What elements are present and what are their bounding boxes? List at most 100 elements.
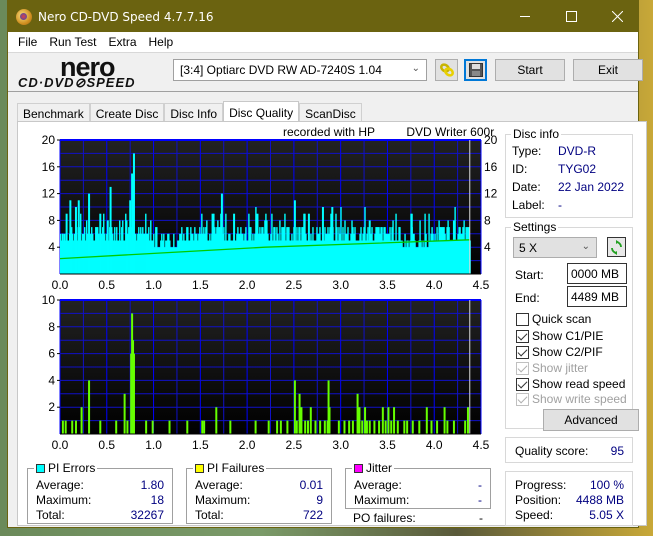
pi-failure-bar — [430, 420, 433, 434]
disc-type-value: DVD-R — [558, 144, 596, 158]
pi-failure-bar — [393, 407, 396, 434]
refresh-icon — [611, 239, 622, 255]
pi-error-peak-bar — [132, 153, 135, 274]
y-tick-label-left: 4 — [48, 373, 55, 387]
pi-failures-average-row: Average: 0.01 — [195, 478, 323, 492]
x-tick-label: 3.0 — [332, 278, 349, 292]
pi-error-peak-bar — [131, 173, 134, 274]
exit-button[interactable]: Exit — [573, 59, 643, 81]
x-tick-label: 2.0 — [239, 438, 256, 452]
y-tick-label-right: 20 — [484, 133, 498, 147]
pi-failure-bar — [215, 407, 218, 434]
show-jitter-checkbox[interactable]: Show jitter — [516, 361, 588, 375]
pi-failure-bar — [80, 407, 83, 434]
x-tick-label: 3.0 — [332, 438, 349, 452]
start-button[interactable]: Start — [495, 59, 565, 81]
speed-value: 5.05 X — [589, 508, 624, 522]
total-value: 32267 — [130, 508, 164, 522]
speed-select[interactable]: 5 X ⌄ — [513, 237, 597, 258]
pi-error-peak-bar — [331, 207, 334, 274]
pi-failure-bar — [88, 380, 91, 434]
pi-failure-bar — [309, 407, 312, 434]
window-title: Nero CD-DVD Speed 4.7.7.16 — [38, 9, 214, 24]
pi-failure-bar — [267, 420, 270, 434]
po-failures-label: PO failures: — [353, 511, 416, 525]
y-tick-label-left: 10 — [42, 294, 56, 307]
pi-failure-bar — [295, 420, 298, 434]
menu-help[interactable]: Help — [143, 35, 180, 49]
x-tick-label: 1.0 — [145, 278, 162, 292]
x-tick-label: 4.0 — [426, 278, 443, 292]
start-input[interactable]: 0000 MB — [567, 263, 627, 284]
checkbox-box — [516, 392, 529, 406]
y-tick-label-left: 8 — [48, 213, 55, 227]
pi-errors-chart: 0.0 0.5 1.0 1.5 2.0 2.5 3.0 3.5 4.0 4.5 4 8 12 16 20 4 8… — [42, 133, 498, 292]
menu-file[interactable]: File — [12, 35, 43, 49]
pi-error-peak-bar — [452, 220, 455, 274]
end-input[interactable]: 4489 MB — [567, 286, 627, 307]
tab-benchmark[interactable]: Benchmark — [17, 103, 90, 123]
show-c2-checkbox[interactable]: Show C2/PIF — [516, 345, 603, 359]
chevron-down-icon: ⌄ — [411, 63, 420, 74]
pi-failure-bar — [351, 420, 354, 434]
pi-failure-bar — [384, 420, 387, 434]
pi-error-peak-bar — [61, 233, 64, 274]
checkbox-box — [516, 329, 529, 343]
chevron-down-icon: ⌄ — [581, 241, 590, 252]
x-tick-label: 2.5 — [286, 438, 303, 452]
disc-type-label: Type: — [512, 144, 542, 158]
pi-failure-bar — [337, 420, 340, 434]
disc-info-group: Disc info Type: DVD-R ID: TYG02 Date: 22… — [505, 127, 633, 218]
tab-disc-info[interactable]: Disc Info — [164, 103, 224, 123]
show-jitter-label: Show jitter — [532, 361, 589, 375]
end-label: End: — [515, 291, 540, 305]
maximize-button[interactable] — [548, 1, 594, 32]
tab-scandisc[interactable]: ScanDisc — [299, 103, 362, 123]
pi-failure-bar — [99, 420, 102, 434]
pi-error-peak-bar — [88, 193, 91, 274]
save-button[interactable] — [464, 59, 487, 81]
pi-failure-bar — [466, 407, 469, 434]
checkbox-box — [516, 361, 529, 375]
pi-failure-bar — [123, 393, 126, 434]
close-button[interactable] — [594, 1, 640, 32]
refresh-button[interactable] — [607, 237, 626, 257]
drive-select[interactable]: [3:4] Optiarc DVD RW AD-7240S 1.04 ⌄ — [173, 59, 427, 81]
pi-failure-bar — [293, 380, 296, 434]
eject-button[interactable] — [435, 59, 458, 81]
menu-run-test[interactable]: Run Test — [43, 35, 102, 49]
minimize-button[interactable] — [502, 1, 548, 32]
show-c1-checkbox[interactable]: Show C1/PIE — [516, 329, 603, 343]
total-label: Total: — [36, 508, 65, 522]
pi-error-peak-bar — [293, 200, 296, 274]
advanced-button[interactable]: Advanced — [543, 409, 639, 431]
menu-extra[interactable]: Extra — [102, 35, 142, 49]
pi-error-peak-bar — [190, 240, 193, 274]
x-tick-label: 2.5 — [286, 278, 303, 292]
pi-failure-bar — [403, 420, 406, 434]
tab-disc-quality[interactable]: Disc Quality — [223, 101, 300, 123]
nero-app-icon — [16, 8, 32, 25]
quick-scan-checkbox[interactable]: Quick scan — [516, 312, 591, 326]
checkbox-box — [516, 345, 529, 359]
pi-failures-swatch — [195, 463, 204, 473]
pi-failure-bar — [151, 420, 154, 434]
jitter-average-row: Average: - — [354, 478, 482, 492]
show-c1-label: Show C1/PIE — [532, 329, 604, 343]
pi-failure-bar — [61, 420, 64, 434]
pi-failure-bar — [356, 393, 359, 434]
pi-failure-bar — [381, 407, 384, 434]
logo-cddvd-text: CD·DVD⊘SPEED — [18, 75, 136, 90]
pi-failure-bar — [387, 407, 390, 434]
show-read-speed-checkbox[interactable]: Show read speed — [516, 377, 625, 391]
disc-date-value: 22 Jan 2022 — [558, 180, 625, 194]
maximum-label: Maximum: — [36, 493, 92, 507]
disc-quality-panel: recorded with HP DVD Writer 600r 0.0 0.5 1… — [17, 121, 647, 526]
x-tick-label: 2.0 — [239, 278, 256, 292]
pi-errors-title-text: PI Errors — [48, 461, 96, 475]
pi-error-peak-bar — [321, 207, 324, 274]
close-icon — [611, 11, 623, 22]
tab-create-disc[interactable]: Create Disc — [89, 103, 165, 123]
show-write-speed-checkbox[interactable]: Show write speed — [516, 392, 627, 406]
pi-failure-bar — [452, 420, 455, 434]
